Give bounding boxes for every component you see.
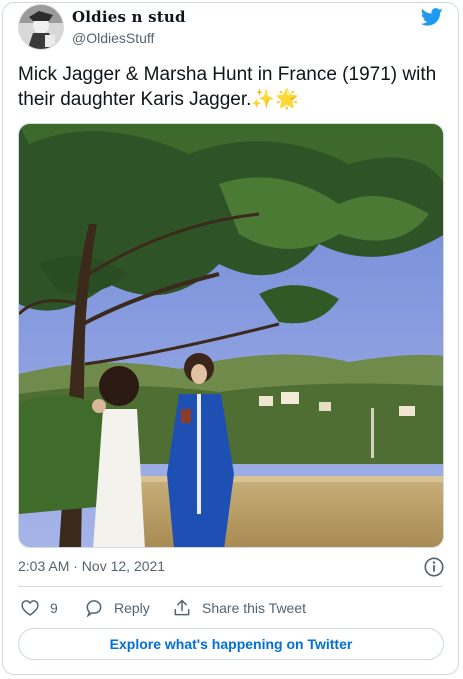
user-handle[interactable]: @OldiesStuff bbox=[72, 30, 154, 46]
share-button[interactable]: Share this Tweet bbox=[172, 598, 306, 618]
reply-bubble-icon bbox=[86, 600, 102, 618]
tweet-photo[interactable] bbox=[18, 123, 444, 548]
twitter-bird-icon[interactable] bbox=[420, 6, 444, 28]
share-label: Share this Tweet bbox=[202, 600, 307, 616]
avatar[interactable] bbox=[18, 4, 64, 50]
tweet-timestamp[interactable]: 2:03 AM · Nov 12, 2021 bbox=[18, 558, 165, 574]
tweet-header: Oldies n stud @OldiesStuff bbox=[18, 4, 444, 52]
like-count: 9 bbox=[50, 600, 58, 616]
reply-button[interactable]: Reply bbox=[84, 598, 150, 618]
tweet-actions: 9 Reply Share this Tweet bbox=[18, 598, 444, 620]
heart-icon bbox=[21, 600, 39, 617]
info-icon[interactable] bbox=[423, 556, 445, 578]
like-button[interactable]: 9 bbox=[20, 598, 58, 618]
divider bbox=[18, 586, 442, 587]
tweet-text: Mick Jagger & Marsha Hunt in France (197… bbox=[18, 64, 437, 110]
share-icon bbox=[174, 599, 190, 616]
reply-label: Reply bbox=[114, 600, 150, 616]
display-name[interactable]: Oldies n stud bbox=[72, 8, 186, 26]
explore-twitter-button[interactable]: Explore what's happening on Twitter bbox=[18, 628, 444, 660]
